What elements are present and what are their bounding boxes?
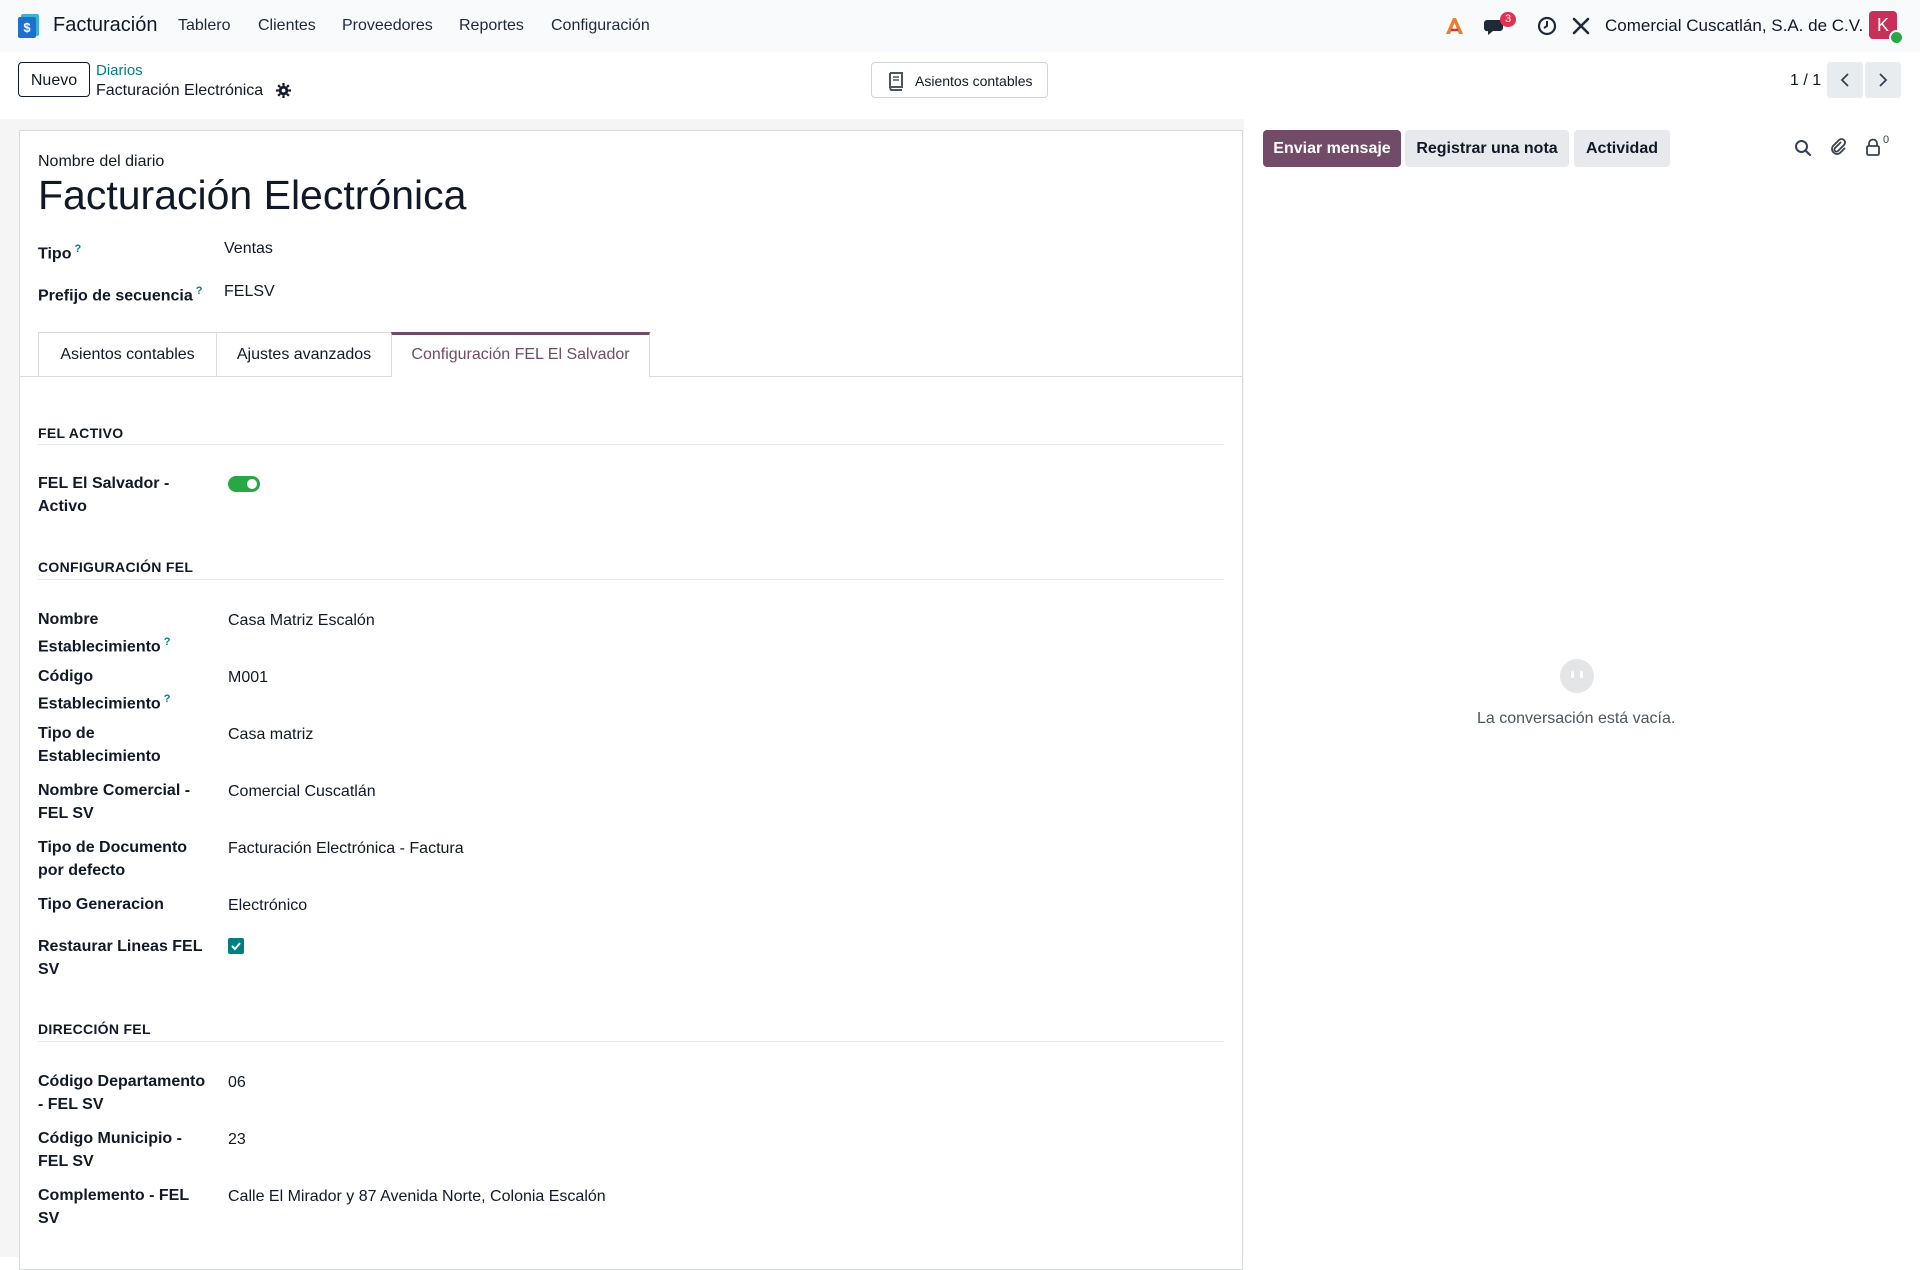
prefijo-label: Prefijo de secuencia?: [38, 285, 203, 305]
company-switcher[interactable]: Comercial Cuscatlán, S.A. de C.V.: [1605, 16, 1863, 36]
log-note-button[interactable]: Registrar una nota: [1405, 130, 1569, 167]
activity-button[interactable]: Actividad: [1574, 130, 1670, 167]
tipo-establecimiento-label: Tipo de Establecimiento: [38, 725, 161, 765]
complemento-label: Complemento - FEL SV: [38, 1187, 190, 1227]
section-fel-activo: FEL ACTIVO: [38, 425, 124, 441]
paperclip-icon[interactable]: [1829, 137, 1847, 157]
tab-configuracion-fel[interactable]: Configuración FEL El Salvador: [391, 332, 650, 377]
pager-next-button[interactable]: [1865, 62, 1901, 98]
journal-name-label: Nombre del diario: [38, 153, 165, 170]
empty-conversation-text: La conversación está vacía.: [1477, 710, 1676, 727]
followers-lock-icon[interactable]: [1865, 138, 1881, 157]
gear-icon[interactable]: [276, 83, 291, 98]
tools-icon[interactable]: [1571, 16, 1591, 36]
send-message-button[interactable]: Enviar mensaje: [1263, 130, 1401, 167]
restaurar-lineas-label: Restaurar Lineas FEL SV: [38, 938, 203, 978]
smart-button-label: Asientos contables: [915, 73, 1033, 89]
tipo-generacion-field[interactable]: Electrónico: [228, 897, 307, 915]
section-divider: [38, 444, 1224, 445]
tab-asientos-contables[interactable]: Asientos contables: [38, 332, 217, 376]
invoicing-app-icon[interactable]: $: [16, 13, 42, 39]
section-divider: [38, 1041, 1224, 1042]
tipo-field[interactable]: Ventas: [224, 240, 273, 258]
menu-tablero[interactable]: Tablero: [178, 17, 230, 35]
breadcrumb-diarios[interactable]: Diarios: [96, 62, 143, 79]
nombre-comercial-label: Nombre Comercial - FEL SV: [38, 782, 191, 822]
section-configuracion-fel: CONFIGURACIÓN FEL: [38, 559, 194, 575]
tipo-label: Tipo?: [38, 243, 82, 263]
followers-count: 0: [1883, 134, 1890, 146]
fel-activo-toggle[interactable]: [228, 476, 260, 492]
nombre-establecimiento-label: Nombre Establecimiento?: [38, 611, 171, 656]
messages-badge: 3: [1500, 12, 1517, 27]
restaurar-lineas-checkbox[interactable]: [228, 938, 244, 954]
codigo-establecimiento-field[interactable]: M001: [228, 669, 268, 687]
menu-proveedores[interactable]: Proveedores: [342, 17, 433, 35]
complemento-field[interactable]: Calle El Mirador y 87 Avenida Norte, Col…: [228, 1188, 606, 1206]
svg-text:$: $: [23, 20, 31, 35]
chevron-left-icon: [1840, 73, 1849, 87]
fel-activo-label: FEL El Salvador - Activo: [38, 475, 170, 515]
codigo-municipio-label: Código Municipio - FEL SV: [38, 1130, 182, 1170]
book-icon: [889, 72, 903, 91]
nombre-establecimiento-field[interactable]: Casa Matriz Escalón: [228, 612, 375, 630]
section-direccion-fel: DIRECCIÓN FEL: [38, 1021, 151, 1037]
new-button[interactable]: Nuevo: [18, 62, 90, 97]
checkmark-icon: [231, 942, 241, 951]
empty-conversation-icon: [1560, 659, 1594, 693]
nombre-comercial-field[interactable]: Comercial Cuscatlán: [228, 783, 376, 801]
online-status-dot: [1889, 30, 1904, 45]
smart-button-asientos[interactable]: Asientos contables: [871, 62, 1048, 98]
breadcrumb-current: Facturación Electrónica: [96, 82, 264, 99]
codigo-establecimiento-label: Código Establecimiento?: [38, 668, 171, 713]
pager-previous-button[interactable]: [1827, 62, 1863, 98]
tipo-generacion-label: Tipo Generacion: [38, 896, 164, 913]
activity-clock-icon[interactable]: [1537, 16, 1557, 36]
codigo-departamento-label: Código Departamento - FEL SV: [38, 1073, 206, 1113]
app-name[interactable]: Facturación: [53, 14, 158, 37]
menu-clientes[interactable]: Clientes: [258, 17, 316, 35]
codigo-departamento-field[interactable]: 06: [228, 1074, 246, 1092]
section-divider: [38, 579, 1224, 580]
menu-configuracion[interactable]: Configuración: [551, 17, 650, 35]
tipo-establecimiento-field[interactable]: Casa matriz: [228, 726, 313, 744]
prefijo-field[interactable]: FELSV: [224, 283, 275, 301]
tipo-documento-label: Tipo de Documento por defecto: [38, 839, 188, 879]
menu-reportes[interactable]: Reportes: [459, 17, 524, 35]
tipo-documento-field[interactable]: Facturación Electrónica - Factura: [228, 840, 464, 858]
tab-ajustes-avanzados[interactable]: Ajustes avanzados: [216, 332, 392, 376]
search-icon[interactable]: [1794, 139, 1812, 157]
journal-name-input[interactable]: Facturación Electrónica: [38, 172, 466, 219]
ai-assistant-icon[interactable]: [1444, 16, 1466, 36]
codigo-municipio-field[interactable]: 23: [228, 1131, 246, 1149]
pager-value[interactable]: 1 / 1: [1790, 72, 1821, 90]
chevron-right-icon: [1879, 73, 1888, 87]
